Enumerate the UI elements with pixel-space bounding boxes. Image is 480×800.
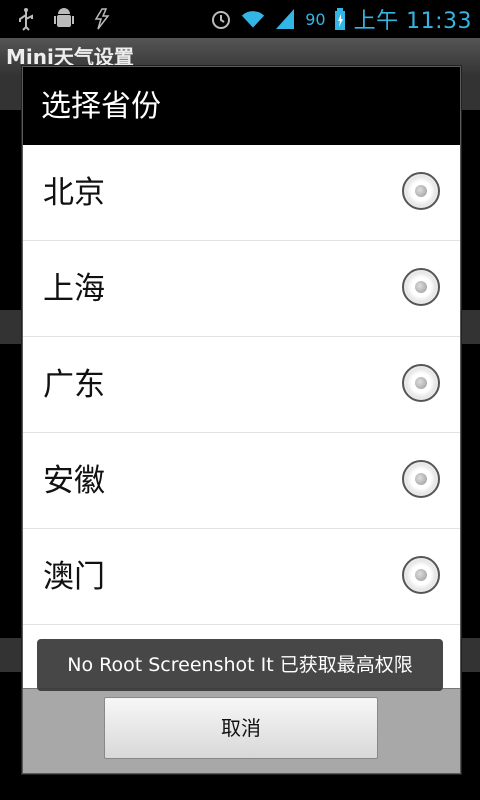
radio-dot xyxy=(415,185,427,197)
radio-dot xyxy=(415,377,427,389)
toast-message: No Root Screenshot It 已获取最高权限 xyxy=(37,639,443,691)
wifi-icon xyxy=(241,6,265,32)
list-item-beijing[interactable]: 北京 xyxy=(23,145,460,241)
radio-dot xyxy=(415,473,427,485)
radio-button[interactable] xyxy=(402,556,440,594)
radio-button[interactable] xyxy=(402,460,440,498)
status-bar-notifications xyxy=(14,6,114,32)
clock: 上午 11:33 xyxy=(353,9,472,34)
radio-dot xyxy=(415,569,427,581)
dialog-title: 选择省份 xyxy=(23,67,460,145)
list-item-shanghai[interactable]: 上海 xyxy=(23,241,460,337)
radio-dot xyxy=(415,281,427,293)
lightning-icon xyxy=(90,6,114,32)
list-item-label: 上海 xyxy=(43,271,105,307)
list-item-macau[interactable]: 澳门 xyxy=(23,529,460,625)
battery-icon xyxy=(334,6,346,32)
radio-button[interactable] xyxy=(402,268,440,306)
status-bar: 90 上午 11:33 xyxy=(0,0,480,38)
list-item-label: 澳门 xyxy=(43,559,105,595)
dialog-button-bar: 取消 xyxy=(23,688,460,773)
cancel-button[interactable]: 取消 xyxy=(104,697,378,759)
alarm-icon xyxy=(209,6,233,32)
province-list: 北京 上海 广东 安徽 澳门 xyxy=(23,145,460,625)
list-item-anhui[interactable]: 安徽 xyxy=(23,433,460,529)
list-item-label: 广东 xyxy=(43,367,105,403)
battery-level: 90 xyxy=(305,9,326,29)
signal-icon xyxy=(273,6,297,32)
android-debug-icon xyxy=(52,6,76,32)
list-item-label: 北京 xyxy=(43,175,105,211)
list-item-guangdong[interactable]: 广东 xyxy=(23,337,460,433)
radio-button[interactable] xyxy=(402,364,440,402)
status-bar-system: 90 上午 11:33 xyxy=(209,3,472,35)
radio-button[interactable] xyxy=(402,172,440,210)
usb-icon xyxy=(14,6,38,32)
list-item-label: 安徽 xyxy=(43,463,105,499)
